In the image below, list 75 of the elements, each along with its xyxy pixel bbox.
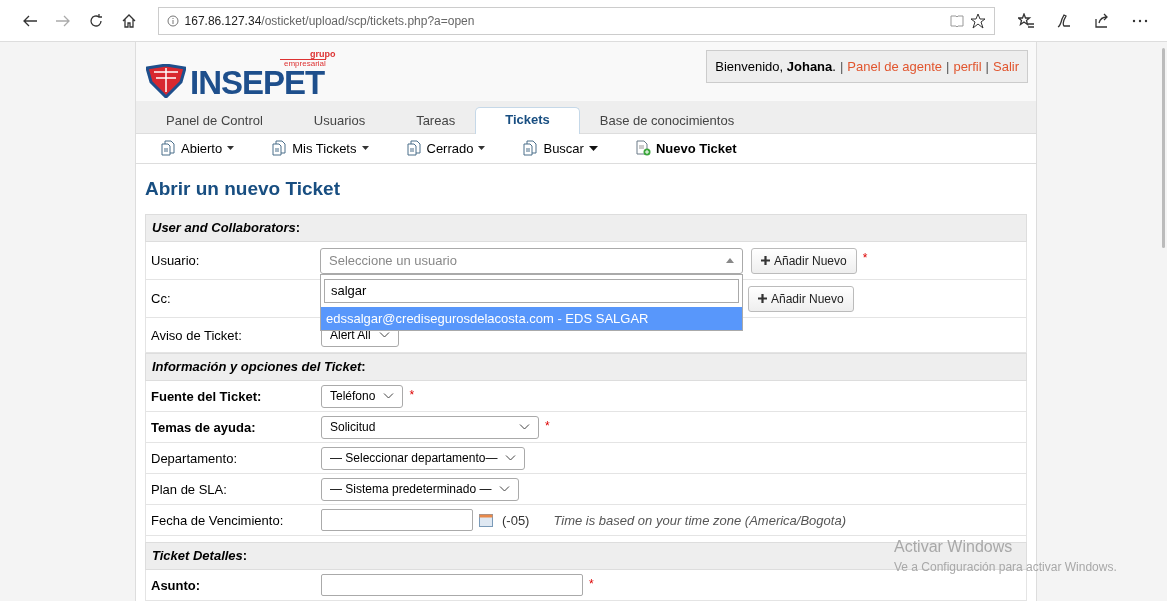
timezone-note: Time is based on your time zone (America/Bogota) <box>553 512 846 528</box>
logo-text: empresarial <box>280 59 326 68</box>
field-label: Departamento: <box>150 450 238 466</box>
url-text: 167.86.127.34/osticket/upload/scp/tickets.php?a=open <box>184 13 475 28</box>
new-document-icon <box>634 140 651 157</box>
date-field[interactable] <box>321 509 473 531</box>
logo-text: INSEPET <box>190 68 325 98</box>
field-label: Asunto: <box>150 577 202 593</box>
menu-item[interactable]: Mis Tickets <box>271 140 369 157</box>
separator-text: | <box>985 59 989 74</box>
nav-tab[interactable]: Panel de Control <box>146 107 283 133</box>
menu-item[interactable]: Abierto <box>160 140 235 157</box>
add-new-button[interactable]: Añadir Nuevo <box>748 285 854 312</box>
favorites-icon[interactable] <box>1018 12 1034 29</box>
separator-text: | <box>839 59 844 74</box>
shield-logo-icon <box>146 64 186 98</box>
chevron-icon <box>383 393 395 399</box>
activation-text: Ve a Configuración para activar Windows. <box>894 560 1117 574</box>
documents-icon <box>160 140 176 157</box>
chevron-icon <box>378 332 390 338</box>
chevron-icon <box>499 486 511 492</box>
calendar-icon[interactable] <box>479 513 493 527</box>
select-field[interactable]: Teléfono <box>321 384 404 408</box>
plus-icon <box>761 256 770 265</box>
caret-icon <box>478 146 486 151</box>
documents-icon <box>271 140 288 157</box>
subject-field[interactable] <box>321 574 583 596</box>
menu-item[interactable]: Cerrado <box>405 140 486 157</box>
caret-icon <box>227 146 235 151</box>
pen-icon[interactable] <box>1056 12 1072 29</box>
chevron-icon <box>505 455 517 461</box>
nav-tab[interactable]: Tareas <box>396 107 476 133</box>
required-mark: * <box>545 418 550 433</box>
scrollbar-thumb[interactable] <box>1162 48 1165 248</box>
field-label: Usuario: <box>150 253 201 268</box>
field-label: Fecha de Vencimiento: <box>150 512 285 528</box>
select-field[interactable]: — Sistema predeterminado — <box>321 477 520 501</box>
field-label: Temas de ayuda: <box>150 419 257 435</box>
activation-title: Activar Windows <box>894 538 1014 556</box>
required-mark: * <box>589 577 594 591</box>
caret-icon <box>588 145 598 151</box>
required-mark: * <box>862 250 868 265</box>
welcome-text: Bienvenido, Johana. <box>715 59 836 74</box>
field-label: Fuente del Ticket: <box>150 388 263 404</box>
caret-icon <box>361 146 369 151</box>
address-bar[interactable]: 167.86.127.34/osticket/upload/scp/tickets.php?a=open <box>157 6 995 35</box>
section-header: User and Collaborators: <box>145 214 1027 242</box>
menu-item[interactable]: Buscar <box>522 140 598 157</box>
documents-icon <box>522 140 539 157</box>
field-label: Plan de SLA: <box>150 481 228 497</box>
plus-icon <box>758 294 767 303</box>
nav-tab[interactable]: Tickets <box>475 106 580 134</box>
search-field[interactable]: salgar <box>324 278 739 303</box>
nav-tab[interactable]: Base de conocimientos <box>579 107 755 133</box>
nav-tab[interactable]: Usuarios <box>282 107 397 133</box>
select-field[interactable]: — Seleccionar departamento— <box>321 446 526 470</box>
separator-text: | <box>946 59 950 74</box>
star-icon[interactable] <box>970 12 986 29</box>
chevron-icon <box>519 424 530 430</box>
logo-text: grupo <box>310 50 336 59</box>
add-new-button[interactable]: Añadir Nuevo <box>751 247 857 274</box>
menu-item[interactable]: Nuevo Ticket <box>634 140 737 157</box>
refresh-icon[interactable] <box>88 12 105 29</box>
documents-icon <box>405 140 422 157</box>
info-icon <box>166 14 179 27</box>
home-icon[interactable] <box>121 12 138 29</box>
field-label: Cc: <box>150 291 172 306</box>
section-header: Información y opciones del Ticket: <box>145 353 1027 381</box>
caret-up-icon <box>726 258 734 263</box>
select-field[interactable]: Solicitud <box>321 415 539 439</box>
timezone-offset: (-05) <box>502 512 530 528</box>
required-mark: * <box>409 387 415 402</box>
share-icon[interactable] <box>1094 12 1110 29</box>
page-title: Abrir un nuevo Ticket <box>145 178 341 200</box>
field-label: Aviso de Ticket: <box>150 327 243 343</box>
